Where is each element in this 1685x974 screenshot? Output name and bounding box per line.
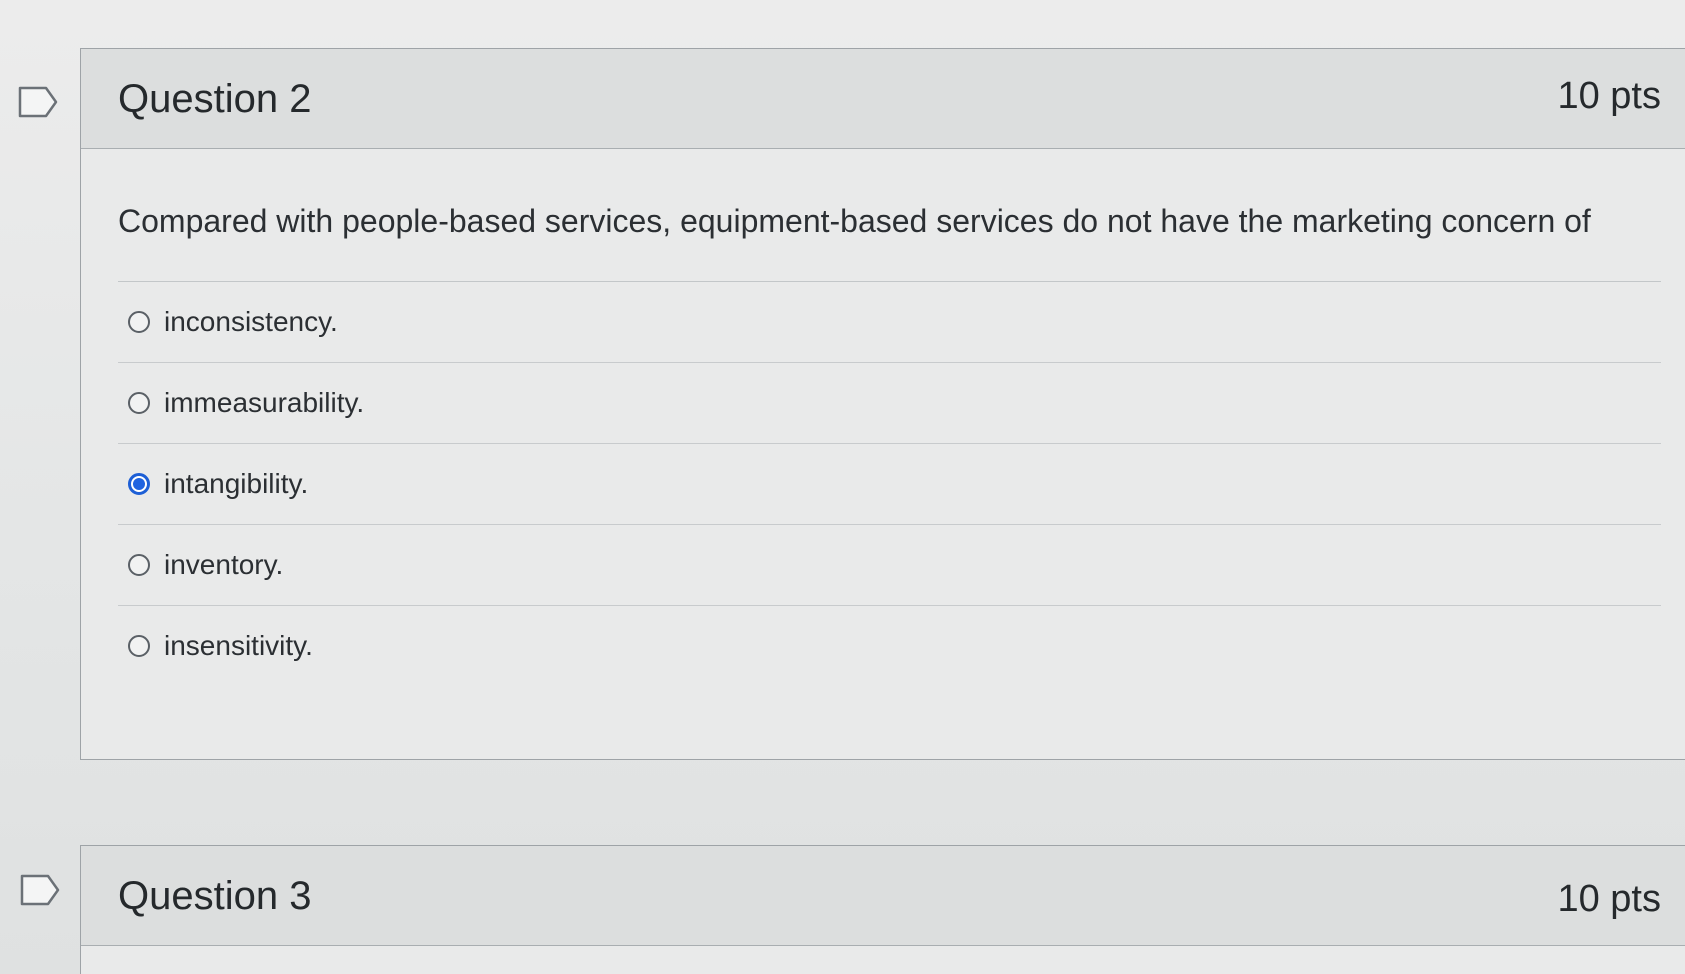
answer-option[interactable]: intangibility. (118, 444, 1661, 525)
answer-label: inconsistency. (164, 306, 338, 337)
question-text: Compared with people-based services, equ… (118, 149, 1661, 282)
answer-label: inventory. (164, 549, 284, 580)
radio-button-icon[interactable] (128, 392, 150, 414)
question-points: 10 pts (1557, 75, 1661, 117)
question-title: Question 3 (118, 874, 312, 918)
question-card: Question 3 10 pts (80, 845, 1685, 974)
answer-label: insensitivity. (164, 630, 313, 661)
answer-option[interactable]: insensitivity. (118, 606, 1661, 686)
question-points: 10 pts (1557, 878, 1661, 920)
answer-option[interactable]: immeasurability. (118, 363, 1661, 444)
question-title: Question 2 (118, 77, 312, 121)
answer-option[interactable]: inconsistency. (118, 282, 1661, 363)
question-card: Question 2 10 pts Compared with people-b… (80, 48, 1685, 760)
question-body: Compared with people-based services, equ… (81, 149, 1685, 686)
answer-option[interactable]: inventory. (118, 525, 1661, 606)
radio-button-icon[interactable] (128, 311, 150, 333)
answer-label: intangibility. (164, 468, 309, 499)
question-header: Question 3 10 pts (81, 846, 1685, 946)
quiz-page: Question 2 10 pts Compared with people-b… (0, 0, 1685, 974)
radio-button-icon[interactable] (128, 635, 150, 657)
flag-question-icon[interactable] (18, 86, 58, 118)
answer-label: immeasurability. (164, 387, 365, 418)
flag-question-icon[interactable] (20, 874, 60, 906)
answer-list: inconsistency. immeasurability. intangib… (118, 282, 1661, 686)
question-header: Question 2 10 pts (81, 49, 1685, 149)
radio-button-icon[interactable] (128, 554, 150, 576)
radio-button-selected-icon[interactable] (128, 473, 150, 495)
